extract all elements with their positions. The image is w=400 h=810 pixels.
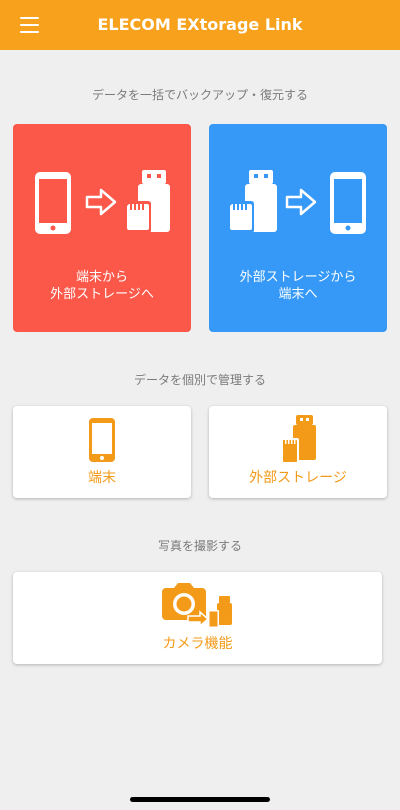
arrow-right-icon: [85, 188, 117, 216]
storage-to-device-illustration: [228, 170, 366, 234]
home-indicator[interactable]: [130, 797, 270, 802]
device-files-button[interactable]: 端末: [13, 406, 191, 498]
manage-section-label: データを個別で管理する: [133, 373, 266, 387]
arrow-right-icon: [285, 188, 317, 216]
usb-sd-storage-icon: [228, 170, 277, 233]
backup-to-storage-button[interactable]: 端末から 外部ストレージへ: [13, 124, 191, 332]
backup-section-label: データを一括でバックアップ・復元する: [91, 88, 308, 102]
hamburger-menu-icon-line: [20, 24, 39, 26]
usb-sd-storage-icon: [281, 415, 316, 464]
app-header: ELECOM EXtorage Link: [0, 0, 400, 50]
device-label: 端末: [88, 470, 116, 486]
camera-section-label: 写真を撮影する: [157, 539, 242, 553]
restore-to-device-button[interactable]: 外部ストレージから 端末へ: [209, 124, 387, 332]
camera-function-button[interactable]: カメラ機能: [13, 572, 382, 664]
menu-button[interactable]: [12, 10, 46, 40]
app-title: ELECOM EXtorage Link: [97, 15, 303, 34]
storage-label: 外部ストレージ: [249, 470, 347, 486]
to-storage-label-line2: 外部ストレージへ: [50, 287, 154, 302]
device-to-storage-illustration: [35, 170, 170, 234]
smartphone-icon: [35, 172, 71, 234]
hamburger-menu-icon: [20, 17, 39, 19]
hamburger-menu-icon-line: [20, 31, 39, 33]
camera-to-storage-icon: [162, 583, 232, 628]
camera-label: カメラ機能: [162, 636, 233, 652]
smartphone-icon: [89, 418, 115, 462]
to-storage-label-line1: 端末から: [75, 270, 128, 285]
smartphone-icon: [330, 172, 366, 234]
to-device-label-line1: 外部ストレージから: [239, 270, 357, 285]
to-device-label-line2: 端末へ: [278, 287, 318, 302]
storage-files-button[interactable]: 外部ストレージ: [209, 406, 387, 498]
usb-sd-storage-icon: [125, 170, 170, 233]
usb-sd-storage-icon: [208, 596, 232, 628]
